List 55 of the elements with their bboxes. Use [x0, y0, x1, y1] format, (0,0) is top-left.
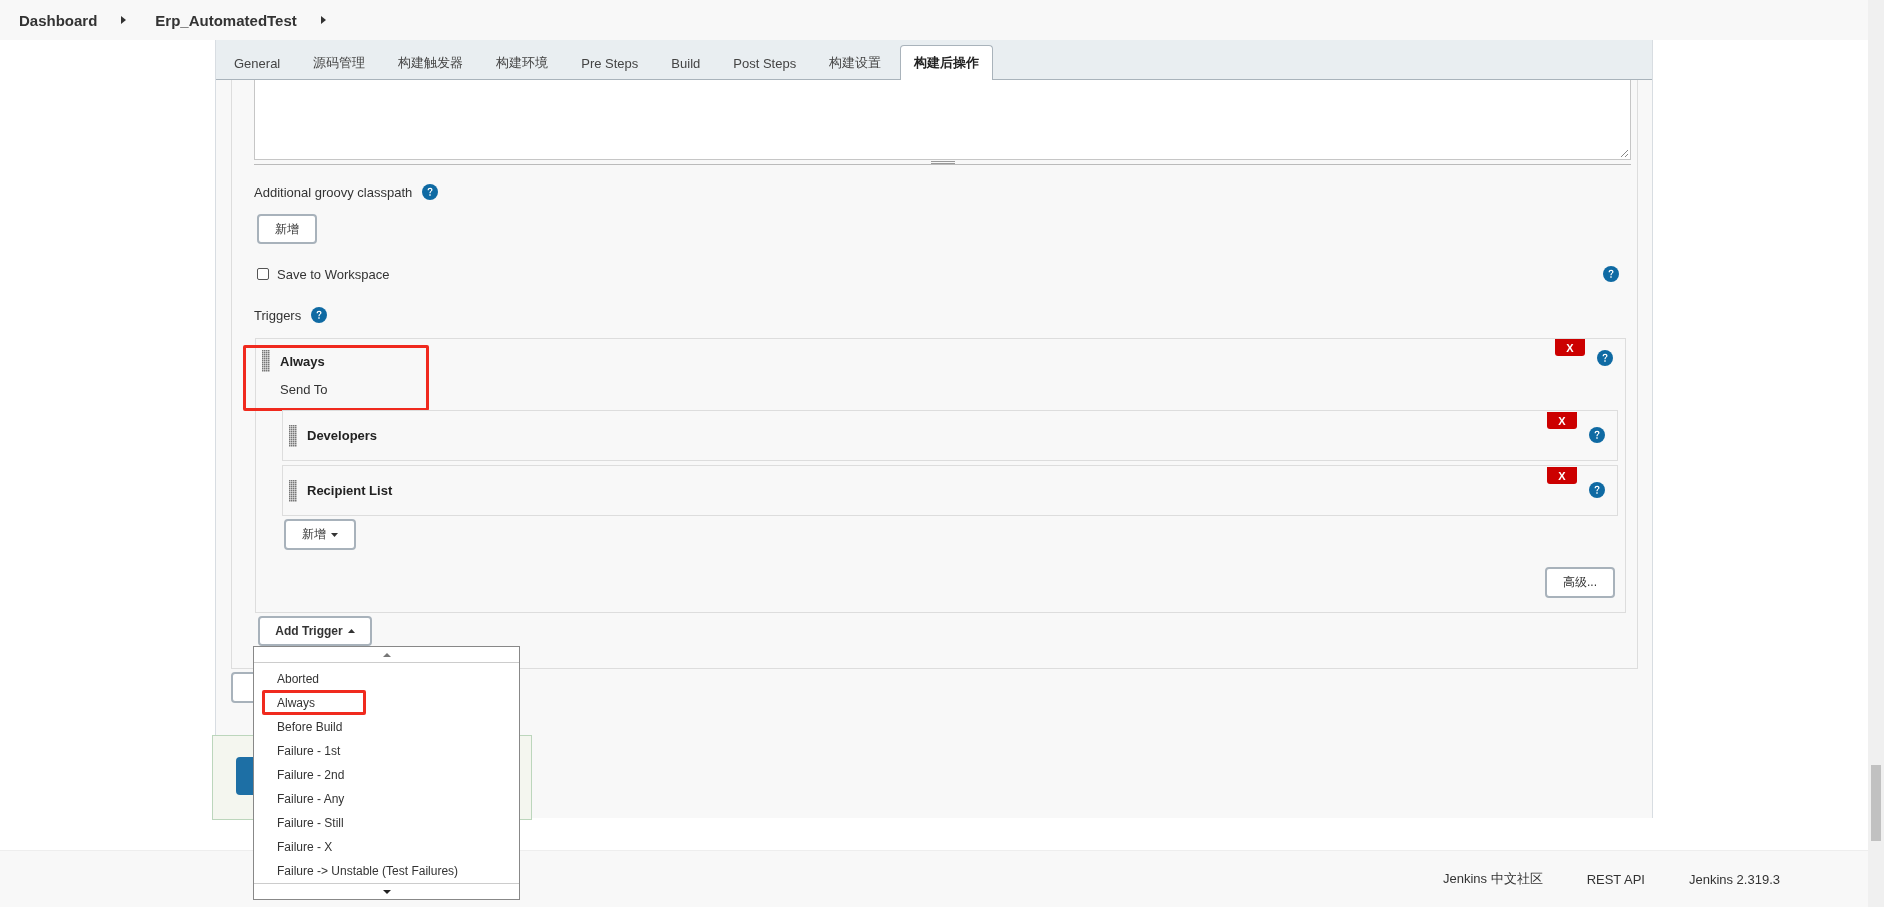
caret-icon — [347, 629, 355, 633]
footer-link[interactable]: REST API — [1586, 871, 1645, 887]
tab[interactable]: Build — [657, 46, 715, 79]
tab[interactable]: 构建触发器 — [384, 46, 478, 79]
tab[interactable]: Post Steps — [719, 46, 811, 79]
menu-item[interactable]: Failure - X — [254, 835, 519, 859]
footer-link[interactable]: Jenkins 中文社区 — [1442, 870, 1543, 888]
tab[interactable]: 构建设置 — [815, 46, 896, 79]
trigger-title: Always — [280, 353, 325, 369]
add-trigger-button[interactable]: Add Trigger — [258, 616, 372, 646]
tab[interactable]: Pre Steps — [567, 46, 653, 79]
help-icon[interactable] — [422, 184, 439, 200]
footer-link[interactable]: Jenkins 2.319.3 — [1688, 871, 1780, 887]
remove-button[interactable]: X — [1547, 467, 1577, 484]
section-label: Triggers — [254, 307, 302, 323]
menu-item[interactable]: Failure - 2nd — [254, 763, 519, 787]
drag-handle-icon[interactable] — [289, 424, 297, 447]
add-dropdown-button[interactable]: 新增 — [284, 519, 356, 550]
help-icon[interactable] — [1597, 350, 1613, 366]
caret-icon — [331, 532, 338, 537]
remove-button[interactable]: X — [1555, 339, 1585, 356]
add-button[interactable]: 新增 — [257, 214, 317, 244]
recipient-title: Developers — [307, 428, 378, 443]
field-label: Send To — [280, 382, 329, 397]
advanced-button[interactable]: 高级... — [1545, 567, 1615, 598]
menu-item[interactable]: Failure - Still — [254, 811, 519, 835]
menu-item[interactable]: Always — [254, 691, 519, 715]
field-label: Additional groovy classpath — [254, 184, 413, 200]
tab[interactable]: 构建环境 — [482, 46, 563, 79]
remove-button[interactable]: X — [1547, 412, 1577, 429]
checkbox[interactable] — [257, 268, 269, 280]
help-icon[interactable] — [1589, 427, 1605, 443]
breadcrumb-link[interactable]: Dashboard — [19, 11, 98, 29]
menu-item[interactable]: Failure - Any — [254, 787, 519, 811]
breadcrumb-link[interactable]: Erp_AutomatedTest — [155, 11, 297, 29]
caret-icon — [382, 652, 391, 657]
menu-item[interactable]: Failure - 1st — [254, 739, 519, 763]
drag-handle-icon[interactable] — [262, 350, 270, 372]
checkbox-label: Save to Workspace — [277, 266, 390, 282]
help-icon[interactable] — [1603, 266, 1619, 282]
caret-icon[interactable] — [320, 16, 326, 24]
resize-handle-icon[interactable] — [1620, 149, 1628, 157]
tab[interactable]: General — [220, 46, 295, 79]
menu-item[interactable]: Before Build — [254, 715, 519, 739]
caret-icon[interactable] — [121, 16, 127, 24]
menu-item[interactable]: Aborted — [254, 667, 519, 691]
drag-handle-icon[interactable] — [289, 479, 297, 502]
help-icon[interactable] — [1589, 482, 1605, 498]
caret-icon — [382, 889, 391, 894]
help-icon[interactable] — [311, 307, 328, 323]
tab[interactable]: 源码管理 — [299, 46, 380, 79]
recipient-title: Recipient List — [307, 483, 393, 498]
scrollbar[interactable] — [1868, 0, 1884, 907]
menu-item[interactable]: Failure -> Unstable (Test Failures) — [254, 859, 519, 883]
tab[interactable]: 构建后操作 — [900, 45, 994, 80]
